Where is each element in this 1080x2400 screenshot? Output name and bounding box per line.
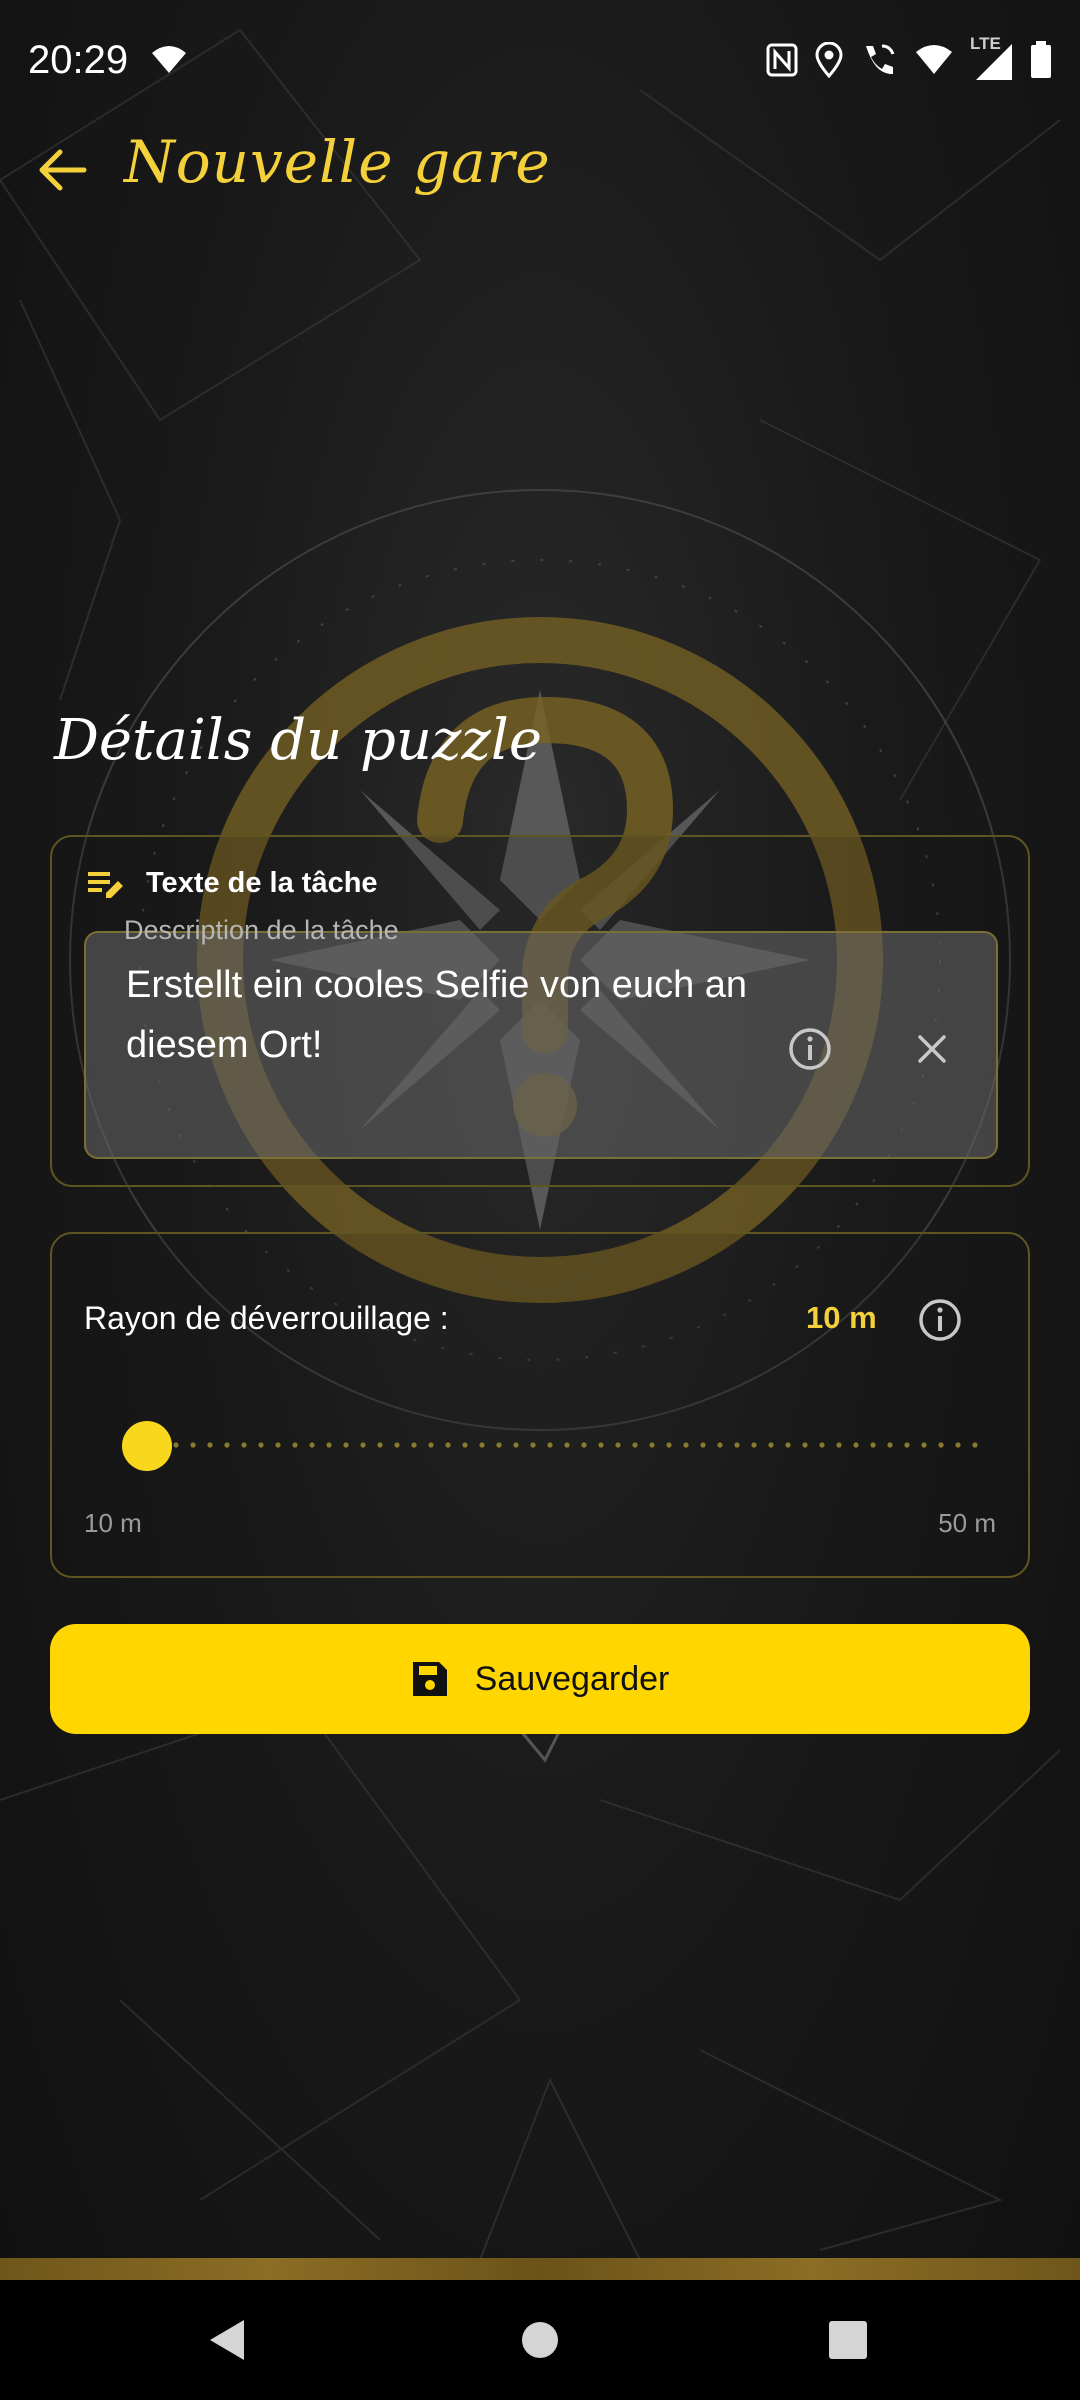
task-description-field[interactable]: Erstellt ein cooles Selfie von euch an d…	[84, 931, 998, 1159]
slider-thumb[interactable]	[122, 1421, 172, 1471]
section-title: Détails du puzzle	[54, 708, 542, 773]
save-button[interactable]: Sauvegarder	[50, 1624, 1030, 1734]
nav-back-icon[interactable]	[200, 2312, 256, 2368]
task-description-value[interactable]: Erstellt ein cooles Selfie von euch an d…	[126, 955, 766, 1075]
compass-background-art	[0, 28, 1061, 2261]
task-description-label: Description de la tâche	[124, 915, 399, 945]
radius-label: Rayon de déverrouillage :	[84, 1300, 449, 1336]
navigation-bar	[0, 2280, 1080, 2400]
arrow-back-icon[interactable]	[34, 142, 90, 198]
page-title: Nouvelle gare	[124, 128, 551, 196]
battery-icon	[1031, 41, 1051, 78]
info-icon[interactable]	[786, 1025, 834, 1073]
slider-track[interactable]	[122, 1442, 982, 1448]
wifi-calling-icon	[866, 44, 895, 75]
task-header: Texte de la tâche	[86, 867, 378, 900]
signal-icon: LTE	[970, 34, 1014, 80]
task-card: Texte de la tâche Erstellt ein cooles Se…	[50, 835, 1030, 1187]
app-bar: Nouvelle gare	[0, 120, 1080, 220]
decorative-strip	[0, 2258, 1080, 2280]
edit-note-icon	[88, 871, 123, 898]
wifi-icon	[152, 46, 187, 73]
range-max-label: 50 m	[938, 1508, 996, 1538]
radius-card: Rayon de déverrouillage : 10 m 10 m 50 m	[50, 1232, 1030, 1578]
status-time: 20:29	[28, 37, 129, 82]
save-button-label: Sauvegarder	[474, 1659, 670, 1698]
nfc-icon	[766, 43, 798, 77]
range-min-label: 10 m	[84, 1508, 142, 1538]
info-icon[interactable]	[916, 1296, 964, 1344]
wifi-icon	[916, 45, 952, 74]
nav-recents-icon[interactable]	[820, 2312, 876, 2368]
task-header-label: Texte de la tâche	[146, 867, 378, 899]
radius-value: 10 m	[806, 1300, 877, 1335]
location-icon	[815, 42, 843, 78]
radius-slider[interactable]	[122, 1416, 982, 1476]
save-icon	[412, 1662, 447, 1696]
status-bar: 20:29 LTE	[0, 0, 1080, 120]
close-icon[interactable]	[908, 1025, 956, 1073]
nav-home-icon[interactable]	[512, 2312, 568, 2368]
map-background	[0, 0, 1080, 2400]
